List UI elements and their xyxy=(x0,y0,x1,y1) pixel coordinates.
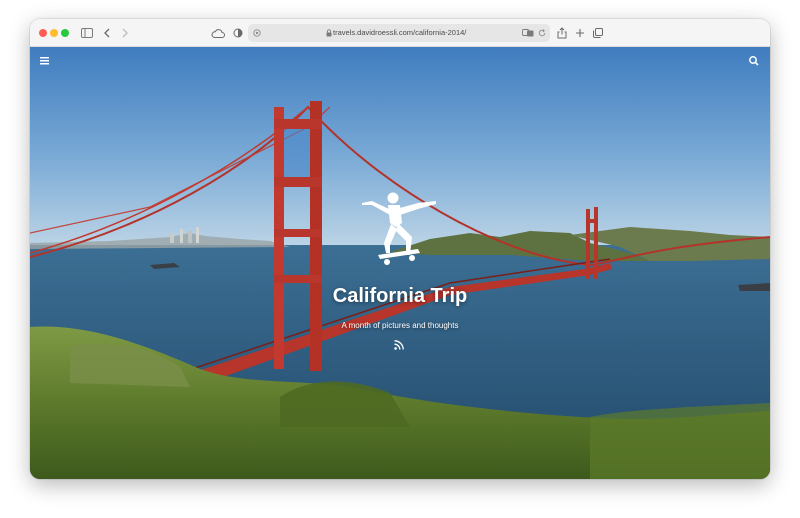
translate-icon[interactable] xyxy=(522,25,534,41)
page-title: California Trip xyxy=(332,285,468,307)
cloud-icon[interactable] xyxy=(210,25,226,41)
browser-window: travels.davidroessli.com/california-2014… xyxy=(30,19,770,479)
lock-icon xyxy=(325,25,332,41)
gear-icon[interactable] xyxy=(252,25,262,41)
close-window-button[interactable] xyxy=(39,29,47,37)
skateboarder-logo-icon xyxy=(362,192,436,265)
sidebar-icon[interactable] xyxy=(80,25,94,41)
hamburger-menu-icon[interactable] xyxy=(40,56,52,66)
plus-icon[interactable] xyxy=(574,25,586,41)
minimize-window-button[interactable] xyxy=(50,29,58,37)
zoom-window-button[interactable] xyxy=(61,29,69,37)
page-subtitle: A month of pictures and thoughts xyxy=(341,321,459,330)
hero-section: California Trip A month of pictures and … xyxy=(30,47,770,479)
browser-toolbar: travels.davidroessli.com/california-2014… xyxy=(30,19,770,47)
chevron-left-icon[interactable] xyxy=(102,25,112,41)
url-text[interactable]: travels.davidroessli.com/california-2014… xyxy=(333,24,466,42)
search-icon[interactable] xyxy=(748,55,760,67)
address-bar[interactable]: travels.davidroessli.com/california-2014… xyxy=(248,24,550,42)
reload-icon[interactable] xyxy=(537,25,547,41)
share-icon[interactable] xyxy=(556,25,568,41)
rss-icon[interactable] xyxy=(394,340,404,350)
shield-half-icon[interactable] xyxy=(232,25,244,41)
chevron-right-icon[interactable] xyxy=(120,25,130,41)
tabs-overview-icon[interactable] xyxy=(592,25,604,41)
